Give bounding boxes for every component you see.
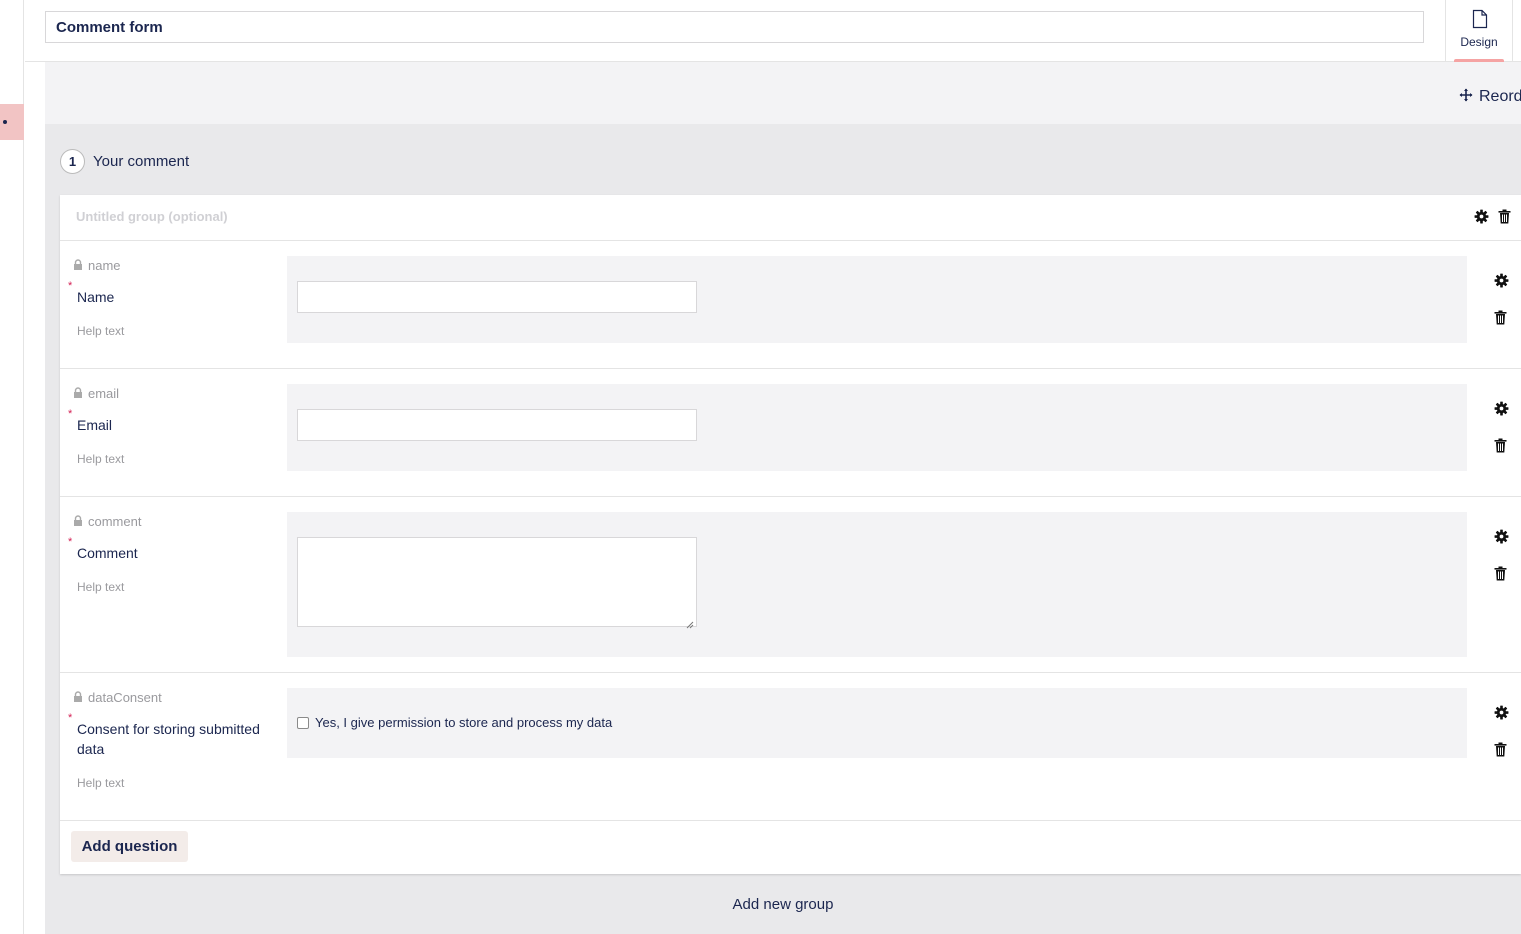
- question-alias-text: email: [88, 386, 120, 401]
- required-marker: *: [68, 712, 73, 724]
- question-alias: name: [73, 258, 121, 273]
- question-label[interactable]: Comment: [77, 543, 277, 563]
- lock-icon: [73, 386, 83, 401]
- required-marker: *: [68, 408, 73, 420]
- question-alias: dataConsent: [73, 690, 162, 705]
- question-preview: [287, 256, 1467, 343]
- resize-handle-icon: [686, 616, 694, 629]
- question-tools: [1494, 529, 1509, 586]
- reorder-button[interactable]: Reord: [1459, 86, 1521, 108]
- question-row[interactable]: email * Email Help text: [60, 369, 1521, 497]
- question-row[interactable]: comment * Comment Help text: [60, 497, 1521, 673]
- page-name[interactable]: Your comment: [93, 153, 189, 170]
- question-group: Untitled group (optional) name * Name He…: [60, 195, 1521, 874]
- reorder-label: Reord: [1479, 88, 1521, 105]
- gear-icon[interactable]: [1494, 273, 1509, 293]
- form-designer-main: Reord 1 Your comment Untitled group (opt…: [45, 62, 1521, 934]
- checkbox: [297, 716, 309, 729]
- question-alias: comment: [73, 514, 141, 529]
- left-section-strip: [0, 0, 24, 934]
- gear-icon[interactable]: [1494, 529, 1509, 549]
- question-preview: Yes, I give permission to store and proc…: [287, 688, 1467, 758]
- question-label[interactable]: Email: [77, 415, 277, 435]
- consent-option-text: Yes, I give permission to store and proc…: [315, 715, 613, 730]
- trash-icon[interactable]: [1494, 566, 1509, 586]
- form-page-panel: 1 Your comment Untitled group (optional): [45, 124, 1521, 934]
- editor-header: Design: [25, 0, 1521, 62]
- trash-icon[interactable]: [1494, 310, 1509, 330]
- trash-icon[interactable]: [1498, 209, 1511, 229]
- form-title-input[interactable]: [45, 11, 1424, 43]
- question-alias-text: dataConsent: [88, 690, 162, 705]
- email-field-preview: [297, 409, 697, 441]
- question-preview: [287, 512, 1467, 657]
- gear-icon[interactable]: [1494, 401, 1509, 421]
- trash-icon[interactable]: [1494, 438, 1509, 458]
- question-preview: [287, 384, 1467, 471]
- move-icon: [1459, 88, 1473, 107]
- group-title-input[interactable]: Untitled group (optional): [76, 209, 228, 224]
- question-help-text[interactable]: Help text: [77, 324, 124, 338]
- comment-textarea-preview: [297, 537, 697, 629]
- gear-icon[interactable]: [1494, 705, 1509, 725]
- page-number-badge: 1: [60, 148, 85, 174]
- question-help-text[interactable]: Help text: [77, 776, 124, 790]
- document-icon: [1472, 9, 1488, 34]
- question-tools: [1494, 705, 1509, 762]
- question-tools: [1494, 273, 1509, 330]
- required-marker: *: [68, 280, 73, 292]
- lock-icon: [73, 258, 83, 273]
- app-tab-design[interactable]: Design: [1445, 0, 1513, 62]
- question-label[interactable]: Consent for storing submitted data: [77, 719, 277, 759]
- question-help-text[interactable]: Help text: [77, 452, 124, 466]
- lock-icon: [73, 690, 83, 705]
- question-alias: email: [73, 386, 119, 401]
- app-tab-design-label: Design: [1460, 35, 1498, 49]
- page-header: 1 Your comment: [60, 148, 189, 174]
- question-alias-text: name: [88, 258, 121, 273]
- add-question-button[interactable]: Add question: [71, 831, 188, 862]
- section-dot-icon: [3, 120, 7, 124]
- trash-icon[interactable]: [1494, 742, 1509, 762]
- question-label[interactable]: Name: [77, 287, 277, 307]
- group-header: Untitled group (optional): [60, 195, 1521, 241]
- question-help-text[interactable]: Help text: [77, 580, 124, 594]
- required-marker: *: [68, 536, 73, 548]
- question-row[interactable]: name * Name Help text: [60, 241, 1521, 369]
- name-field-preview: [297, 281, 697, 313]
- question-row[interactable]: dataConsent * Consent for storing submit…: [60, 673, 1521, 821]
- group-tools: [1474, 209, 1511, 229]
- question-alias-text: comment: [88, 514, 142, 529]
- lock-icon: [73, 514, 83, 529]
- active-section-indicator[interactable]: [0, 104, 24, 140]
- question-tools: [1494, 401, 1509, 458]
- gear-icon[interactable]: [1474, 209, 1489, 229]
- consent-checkbox-preview: Yes, I give permission to store and proc…: [297, 715, 612, 730]
- add-new-group-button[interactable]: Add new group: [45, 896, 1521, 913]
